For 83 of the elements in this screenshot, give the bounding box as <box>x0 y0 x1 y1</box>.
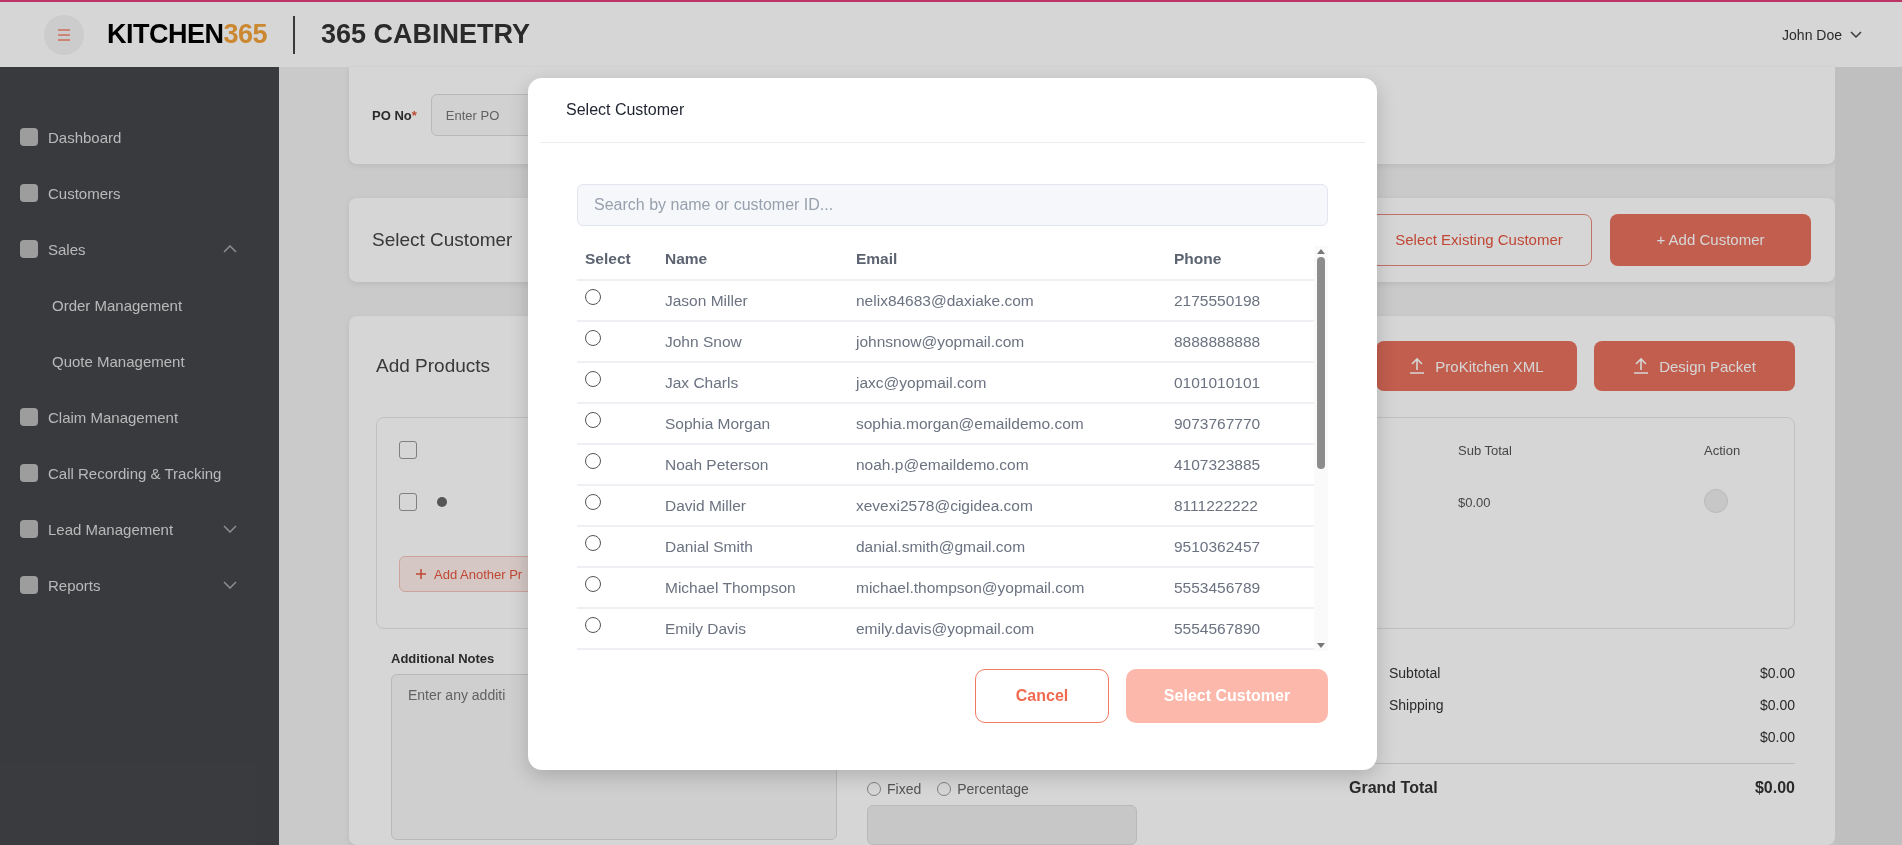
summary-value: $0.00 <box>1759 665 1795 681</box>
grand-total-value: $0.00 <box>1754 779 1795 797</box>
add-customer-button[interactable]: + Add Customer <box>1610 213 1811 266</box>
column-header: Name <box>665 250 709 268</box>
scrollbar[interactable] <box>1314 246 1328 651</box>
table-cell-text: michael.thompson@yopmail.com <box>856 578 1086 597</box>
table-cell-text: Michael Thompson <box>665 578 797 597</box>
table-cell-text: John Snow <box>665 332 743 351</box>
section-title: Select Customer <box>372 228 513 251</box>
sidebar-subitem[interactable]: Quote Management <box>0 333 279 389</box>
sidebar-item[interactable]: Lead Management <box>0 501 279 557</box>
column-header: Select <box>584 250 632 268</box>
sidebar-item[interactable]: Customers <box>0 165 279 221</box>
sidebar-item[interactable]: Dashboard <box>0 109 279 165</box>
menu-item-icon <box>20 464 38 482</box>
table-cell-text: 5554567890 <box>1174 619 1262 638</box>
amount-field[interactable] <box>867 805 1137 845</box>
up-arrow-icon[interactable] <box>1317 248 1325 254</box>
table-cell-text: 2175550198 <box>1174 291 1262 310</box>
upload-button[interactable]: Design Packet <box>1594 341 1795 391</box>
summary-value: $0.00 <box>1759 697 1795 713</box>
discount-type-radio[interactable]: Percentage <box>937 781 1029 797</box>
table-cell-text: Sophia Morgan <box>665 414 772 433</box>
upload-icon <box>1633 357 1650 375</box>
po-label: PO No* <box>372 107 417 123</box>
table-cell-text: 8888888888 <box>1174 332 1262 351</box>
menu-item-icon <box>20 128 38 146</box>
table-cell-text: johnsnow@yopmail.com <box>856 332 1026 351</box>
table-cell-text: xevexi2578@cigidea.com <box>856 496 1034 515</box>
table-cell-text: David Miller <box>665 496 747 515</box>
table-cell-text: nelix84683@daxiake.com <box>856 291 1035 310</box>
menu-item-icon <box>20 184 38 202</box>
table-cell-text: sophia.morgan@emaildemo.com <box>856 414 1085 433</box>
sidebar-item[interactable]: Reports <box>0 557 279 613</box>
sidebar-item[interactable]: Claim Management <box>0 389 279 445</box>
drag-handle-icon[interactable] <box>437 497 447 507</box>
summary-value: $0.00 <box>1759 729 1795 745</box>
section-title: Add Products <box>376 355 491 377</box>
table-cell-text: 4107323885 <box>1174 455 1262 474</box>
column-header: Action <box>1704 442 1742 458</box>
table-cell-text: jaxc@yopmail.com <box>856 373 988 392</box>
sidebar-item[interactable]: Sales <box>0 221 279 277</box>
menu-item-icon <box>20 576 38 594</box>
logo: KITCHEN365 <box>107 19 268 50</box>
search-field[interactable]: Search by name or customer ID... <box>577 184 1328 226</box>
table-cell-text: 9073767770 <box>1174 414 1262 433</box>
table-cell-text: danial.smith@gmail.com <box>856 537 1027 556</box>
column-header: Phone <box>1174 250 1223 268</box>
table-cell-text: Jax Charls <box>665 373 740 392</box>
table-cell-text: emily.davis@yopmail.com <box>856 619 1036 638</box>
sidebar-item[interactable]: Call Recording & Tracking <box>0 445 279 501</box>
menu-item-icon <box>20 520 38 538</box>
table-cell-text: 5553456789 <box>1174 578 1262 597</box>
menu-item-icon <box>20 408 38 426</box>
table-cell-text: 0101010101 <box>1174 373 1262 392</box>
table-cell-text: Noah Peterson <box>665 455 770 474</box>
checkbox[interactable] <box>399 493 417 511</box>
table-cell-text: Jason Miller <box>665 291 749 310</box>
chevron-down-icon <box>1850 30 1862 39</box>
down-arrow-icon[interactable] <box>1317 643 1325 649</box>
checkbox[interactable] <box>399 441 417 459</box>
user-menu[interactable]: John Doe <box>1782 26 1862 43</box>
summary-label: Shipping <box>1389 697 1444 713</box>
table-cell-text: 9510362457 <box>1174 537 1262 556</box>
menu-item-icon <box>20 240 38 258</box>
upload-icon <box>1409 357 1426 375</box>
sidebar-subitem[interactable]: Order Management <box>0 277 279 333</box>
grand-total-label: Grand Total <box>1349 779 1438 797</box>
table-cell-text: Emily Davis <box>665 619 747 638</box>
plus-icon <box>416 569 426 579</box>
cancel-button[interactable]: Cancel <box>975 669 1109 723</box>
summary-label: Subtotal <box>1389 665 1441 681</box>
company-name: 365 CABINETRY <box>321 19 531 50</box>
table-cell-text: Danial Smith <box>665 537 754 556</box>
upload-button[interactable]: ProKitchen XML <box>1376 341 1577 391</box>
column-header: Sub Total <box>1458 442 1513 458</box>
table-cell-text: noah.p@emaildemo.com <box>856 455 1030 474</box>
dialog-title: Select Customer <box>566 101 685 119</box>
notes-label: Additional Notes <box>391 651 496 666</box>
table-cell-text: 8111222222 <box>1174 496 1259 515</box>
discount-type-radio[interactable]: Fixed <box>867 781 922 797</box>
column-header: Email <box>856 250 899 268</box>
table-cell-text: $0.00 <box>1458 494 1492 510</box>
